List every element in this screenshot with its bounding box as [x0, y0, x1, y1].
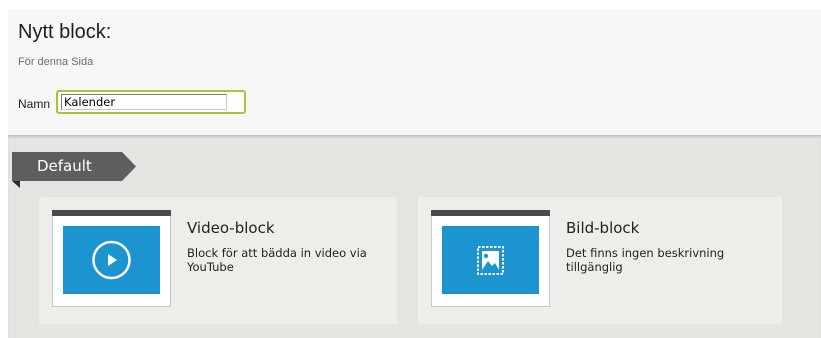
block-type-gallery: Default Video-block Block för att bädda …: [8, 135, 821, 338]
name-input[interactable]: [61, 94, 227, 110]
group-tag-fold: [12, 181, 20, 188]
thumbnail-header-bar: [431, 210, 550, 216]
play-icon: [92, 240, 131, 280]
name-label: Namn: [18, 97, 51, 111]
dialog-title: Nytt block:: [18, 21, 112, 43]
block-title: Bild-block: [566, 219, 640, 237]
dialog-header: Nytt block: För denna Sida Namn: [8, 10, 821, 135]
group-tag-label: Default: [37, 157, 92, 175]
image-icon: [477, 246, 504, 275]
block-card-image[interactable]: Bild-block Det finns ingen beskrivning t…: [418, 197, 782, 324]
thumbnail-preview: [63, 226, 160, 294]
block-thumbnail: [52, 210, 171, 307]
name-field-focus-ring: [56, 90, 246, 114]
block-thumbnail: [431, 210, 550, 307]
block-description: Det finns ingen beskrivning tillgänglig: [566, 246, 725, 274]
new-block-dialog: Nytt block: För denna Sida Namn Default …: [0, 0, 821, 338]
block-card-video[interactable]: Video-block Block för att bädda in video…: [39, 197, 397, 324]
dialog-subtitle: För denna Sida: [18, 56, 94, 68]
thumbnail-header-bar: [52, 210, 171, 216]
thumbnail-preview: [442, 226, 539, 294]
block-title: Video-block: [187, 219, 275, 237]
block-description: Block för att bädda in video via YouTube: [187, 246, 367, 274]
